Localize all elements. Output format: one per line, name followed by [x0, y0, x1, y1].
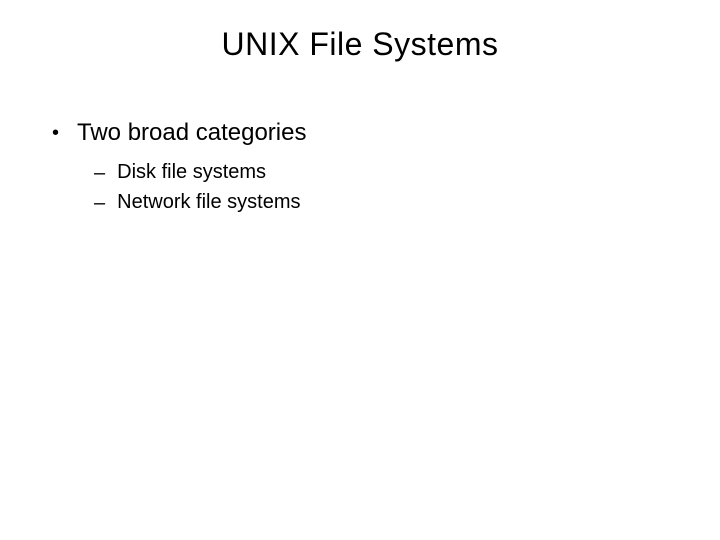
dash-icon: – — [94, 191, 105, 215]
sub-item-text: Network file systems — [117, 191, 300, 214]
sub-item-text: Disk file systems — [117, 161, 266, 184]
sub-list: – Disk file systems – Network file syste… — [40, 161, 690, 215]
sub-item: – Disk file systems — [94, 161, 690, 185]
bullet-text: Two broad categories — [77, 119, 306, 147]
dash-icon: – — [94, 161, 105, 185]
sub-item: – Network file systems — [94, 191, 690, 215]
bullet-item: • Two broad categories — [40, 119, 690, 147]
slide-content: • Two broad categories – Disk file syste… — [30, 119, 690, 215]
slide: UNIX File Systems • Two broad categories… — [0, 0, 720, 540]
slide-title: UNIX File Systems — [30, 26, 690, 63]
bullet-marker: • — [52, 119, 59, 147]
